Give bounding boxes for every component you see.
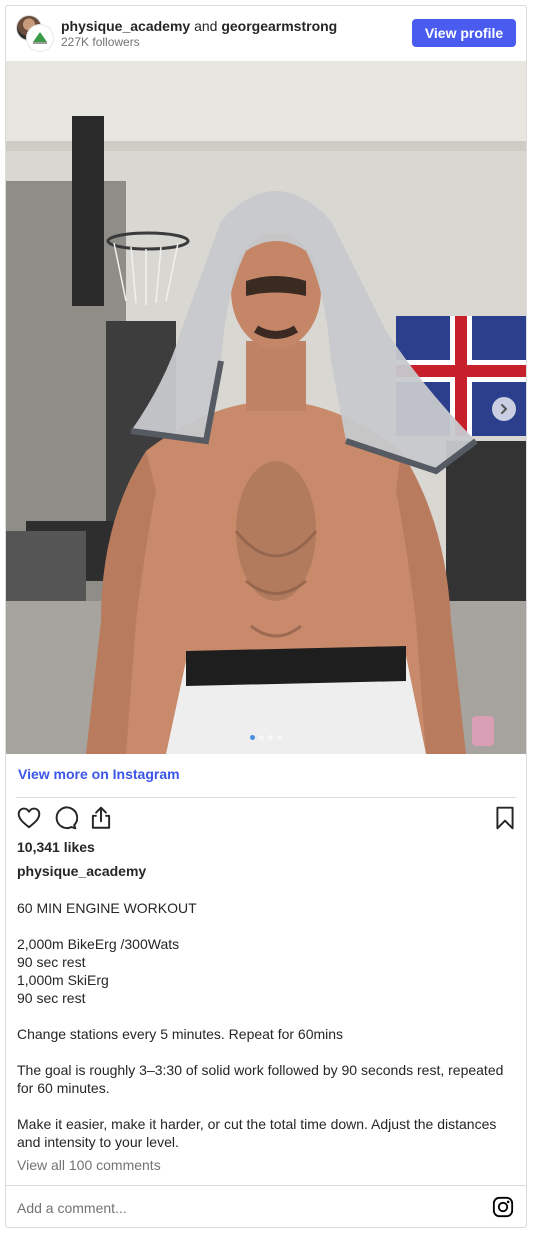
caption-username[interactable]: physique_academy [17,863,146,879]
caption-line: 2,000m BikeErg /300Wats [17,936,180,952]
username-link[interactable]: physique_academy [61,18,190,34]
instagram-embed-card: physique_academy and georgearmstrong 227… [5,5,527,1228]
add-comment-input[interactable]: Add a comment... [17,1200,127,1216]
divider [16,797,516,798]
share-icon[interactable] [88,805,114,831]
follower-count: 227K followers [61,35,140,49]
carousel-dot [268,735,273,740]
caption-line: Make it easier, make it harder, or cut t… [17,1116,497,1150]
view-profile-button[interactable]: View profile [412,19,516,47]
post-actions [6,805,526,835]
caption-line: 60 MIN ENGINE WORKOUT [17,900,197,916]
view-comments-link[interactable]: View all 100 comments [17,1157,161,1173]
comment-icon[interactable] [52,805,78,831]
like-count[interactable]: 10,341 likes [17,839,95,855]
avatar-group[interactable] [16,15,54,53]
logo-icon [33,32,47,42]
bookmark-icon[interactable] [492,805,518,831]
divider [6,1185,526,1186]
carousel-dot [250,735,255,740]
and-text: and [194,18,218,34]
caption-line: 90 sec rest [17,990,86,1006]
caption-line: 90 sec rest [17,954,86,970]
heart-icon[interactable] [16,805,42,831]
post-image[interactable] [6,61,526,754]
caption-line: Change stations every 5 minutes. Repeat … [17,1026,344,1042]
instagram-logo-icon[interactable] [492,1196,514,1218]
post-caption: 60 MIN ENGINE WORKOUT 2,000m BikeErg /30… [17,899,517,1151]
carousel-dot [259,735,264,740]
chevron-right-icon [501,404,507,414]
next-slide-button[interactable] [492,397,516,421]
collab-usernames: physique_academy and georgearmstrong [61,18,337,35]
avatar[interactable] [27,25,53,51]
username-link[interactable]: georgearmstrong [221,18,337,34]
logo-bar [33,42,47,44]
carousel-dot [277,735,282,740]
view-more-link[interactable]: View more on Instagram [18,766,180,782]
post-header: physique_academy and georgearmstrong 227… [6,6,526,61]
caption-line: 1,000m SkiErg [17,972,109,988]
caption-line: The goal is roughly 3–3:30 of solid work… [17,1062,504,1096]
carousel-indicator [6,735,526,740]
photo-illustration [6,61,526,754]
